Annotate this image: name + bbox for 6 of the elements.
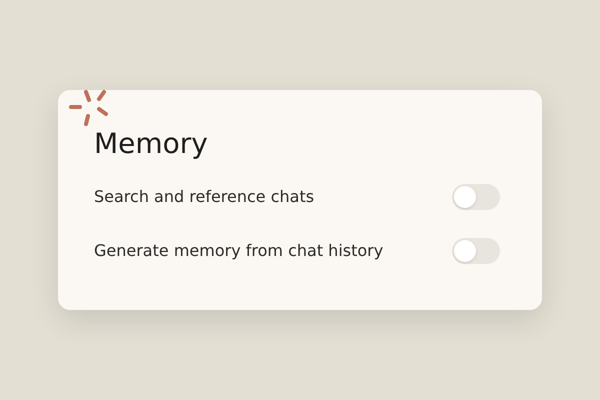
card-title: Memory [94,126,209,162]
setting-label: Generate memory from chat history [94,240,384,262]
toggle-switch[interactable] [452,238,500,264]
sparkle-icon [68,88,108,128]
setting-label: Search and reference chats [94,186,314,208]
toggle-switch[interactable] [452,184,500,210]
